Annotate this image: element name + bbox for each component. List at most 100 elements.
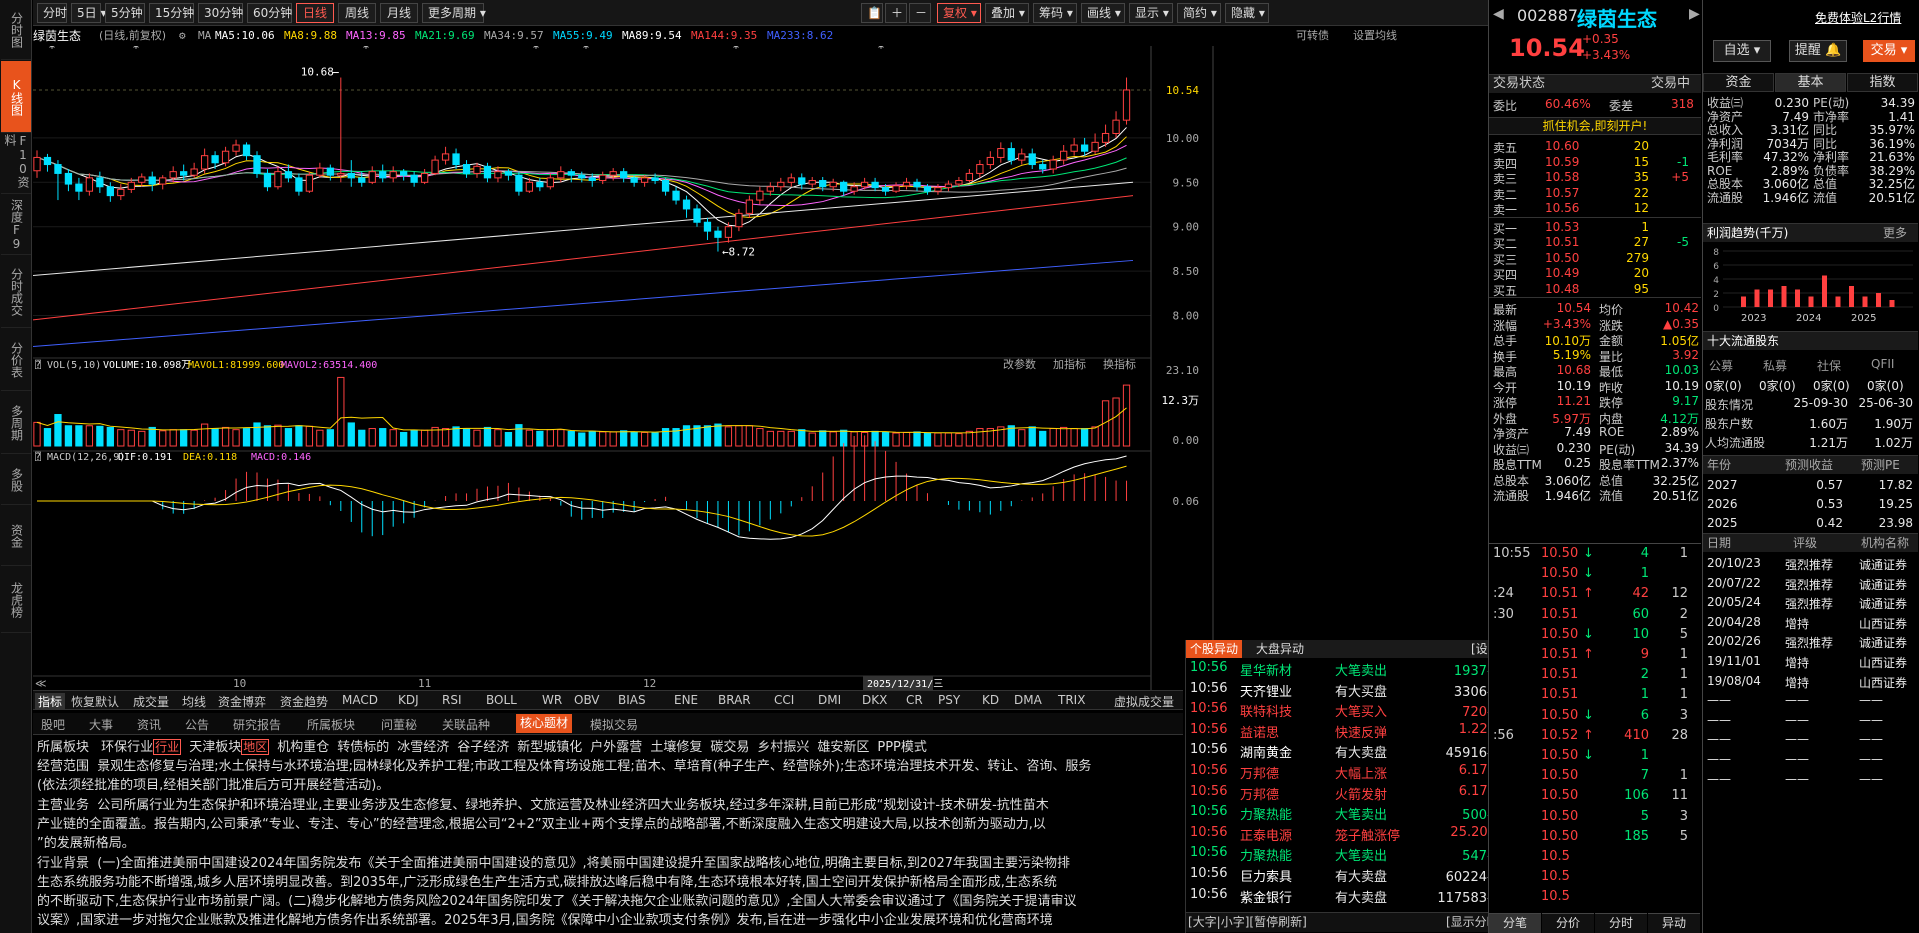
sidebar-item-4[interactable]: 分时成交	[1, 256, 31, 328]
indicator-tab-22[interactable]: TRIX	[1058, 693, 1085, 707]
indicator-tab-8[interactable]: RSI	[442, 693, 462, 707]
indicator-tab-1[interactable]: 恢复默认	[71, 693, 119, 710]
indicator-tab-6[interactable]: MACD	[342, 693, 378, 707]
sector-item-3[interactable]: 转债标的	[337, 740, 389, 755]
sector-item-6[interactable]: 新型城镇化	[517, 740, 582, 755]
indicator-tab-7[interactable]: KDJ	[398, 693, 419, 707]
period-9[interactable]: 更多周期 ▾	[422, 3, 486, 23]
info-tab-3[interactable]: 公告	[185, 716, 209, 733]
period-2[interactable]: 5分钟	[105, 3, 145, 23]
indicator-tab-11[interactable]: OBV	[574, 693, 600, 707]
profit-more-link[interactable]: 更多	[1883, 224, 1907, 242]
anomaly-row[interactable]: 10:56 万邦德 火箭发射 6.17%	[1190, 784, 1508, 803]
indicator-tab-16[interactable]: DMI	[818, 693, 841, 707]
ask-row[interactable]: 卖二 10.57 22	[1489, 186, 1699, 202]
period-6[interactable]: 日线	[296, 3, 334, 23]
toolbar-2[interactable]: 筹码 ▾	[1033, 3, 1077, 23]
convertible-bond-link[interactable]: 可转债	[1296, 26, 1329, 46]
sector-item-7[interactable]: 户外露营	[590, 740, 642, 755]
anomaly-row[interactable]: 10:56 紫金银行 有大卖盘 117583手	[1190, 887, 1508, 906]
info-tab-4[interactable]: 研究报告	[233, 716, 281, 733]
info-tab-7[interactable]: 关联品种	[442, 716, 490, 733]
bid-row[interactable]: 买二 10.51 27 -5	[1489, 235, 1699, 251]
fund-tab-2[interactable]: 指数	[1847, 73, 1918, 92]
free-l2-link[interactable]: 免费体验L2行情	[1815, 9, 1901, 26]
toolbar-3[interactable]: 画线 ▾	[1081, 3, 1125, 23]
bid-row[interactable]: 买三 10.50 279	[1489, 251, 1699, 267]
toolbar-1[interactable]: 叠加 ▾	[985, 3, 1029, 23]
alert-button[interactable]: 提醒 🔔	[1789, 40, 1847, 62]
tick-tab-2[interactable]: 分时	[1595, 913, 1647, 933]
font-size-toggle[interactable]: [大字|小字][暂停刷新]	[1188, 913, 1307, 932]
indicator-tab-15[interactable]: CCI	[774, 693, 794, 707]
trade-button[interactable]: 交易 ▾	[1863, 40, 1915, 62]
sector-item-2[interactable]: 机构重仓	[277, 740, 329, 755]
sector-item-12[interactable]: PPP模式	[877, 740, 927, 755]
toolbar-5[interactable]: 简约 ▾	[1177, 3, 1221, 23]
anomaly-row[interactable]: 10:56 天齐锂业 有大买盘 3306手	[1190, 681, 1508, 700]
sector-item-8[interactable]: 土壤修复	[650, 740, 702, 755]
toolbar-6[interactable]: 隐藏 ▾	[1225, 3, 1269, 23]
anomaly-row[interactable]: 10:56 湖南黄金 有大卖盘 45916手	[1190, 742, 1508, 761]
period-0[interactable]: 分时	[37, 3, 67, 23]
tick-tab-0[interactable]: 分笔	[1489, 913, 1541, 933]
period-5[interactable]: 60分钟	[247, 3, 292, 23]
toolbar-4[interactable]: 显示 ▾	[1129, 3, 1173, 23]
period-3[interactable]: 15分钟	[149, 3, 194, 23]
sector-item-9[interactable]: 碳交易	[710, 740, 749, 755]
indicator-tab-13[interactable]: ENE	[674, 693, 698, 707]
indicator-tab-3[interactable]: 均线	[182, 693, 206, 710]
bid-row[interactable]: 买五 10.48 95	[1489, 282, 1699, 298]
indicator-tab-23[interactable]: 虚拟成交量	[1114, 693, 1174, 710]
period-8[interactable]: 月线	[380, 3, 418, 23]
tick-tab-1[interactable]: 分价	[1542, 913, 1594, 933]
sector-item-1[interactable]: 天津板块	[189, 740, 241, 755]
anomaly-row[interactable]: 10:56 万邦德 大幅上涨 6.17%	[1190, 763, 1508, 782]
copy-icon[interactable]: 📋	[861, 3, 883, 23]
prev-stock-icon[interactable]: ◀	[1493, 6, 1504, 22]
sidebar-item-3[interactable]: 深度F9	[1, 195, 31, 255]
indicator-tab-10[interactable]: WR	[542, 693, 562, 707]
ask-row[interactable]: 卖五 10.60 20	[1489, 139, 1699, 155]
anomaly-row[interactable]: 10:56 星华新材 大笔卖出 1937手	[1190, 660, 1508, 679]
ask-row[interactable]: 卖三 10.58 35 +5	[1489, 170, 1699, 186]
bid-row[interactable]: 买四 10.49 20	[1489, 266, 1699, 282]
set-ma-link[interactable]: 设置均线	[1353, 26, 1397, 46]
period-4[interactable]: 30分钟	[198, 3, 243, 23]
info-tab-0[interactable]: 股吧	[41, 716, 65, 733]
zoom-out-icon[interactable]: －	[909, 3, 931, 23]
anomaly-row[interactable]: 10:56 巨力索具 有大卖盘 60224手	[1190, 866, 1508, 885]
anomaly-row[interactable]: 10:56 正泰电源 笼子触涨停 25.20%	[1190, 825, 1508, 844]
sidebar-item-6[interactable]: 多周期	[1, 392, 31, 454]
anomaly-row[interactable]: 10:56 益诺思 快速反弹 1.22%	[1190, 722, 1508, 741]
tick-tab-3[interactable]: 异动	[1648, 913, 1700, 933]
sector-item-0[interactable]: 环保行业	[101, 740, 153, 755]
zoom-in-icon[interactable]: ＋	[885, 3, 907, 23]
sidebar-item-1[interactable]: K线图	[1, 61, 31, 133]
anomaly-row[interactable]: 10:56 力聚热能 大笔卖出 547手	[1190, 845, 1508, 864]
indicator-tab-9[interactable]: BOLL	[486, 693, 517, 707]
sidebar-item-0[interactable]: 分时图	[1, 0, 31, 60]
indicator-tab-21[interactable]: DMA	[1014, 693, 1042, 707]
fund-tab-1[interactable]: 基本	[1775, 73, 1846, 92]
indicator-tab-20[interactable]: KD	[982, 693, 999, 707]
sidebar-item-5[interactable]: 分价表	[1, 329, 31, 391]
bid-row[interactable]: 买一 10.53 1	[1489, 220, 1699, 236]
tab-market-anomaly[interactable]: 大盘异动	[1256, 640, 1304, 658]
gear-icon[interactable]: ⚙	[179, 26, 186, 46]
indicator-tab-4[interactable]: 资金博弈	[218, 693, 266, 710]
indicator-tab-17[interactable]: DKX	[862, 693, 887, 707]
info-tab-5[interactable]: 所属板块	[307, 716, 355, 733]
indicator-tab-18[interactable]: CR	[906, 693, 923, 707]
indicator-tab-0[interactable]: 指标	[35, 693, 66, 710]
sidebar-item-2[interactable]: F10资料	[1, 134, 31, 194]
indicator-tab-2[interactable]: 成交量	[133, 693, 169, 710]
sidebar-item-9[interactable]: 龙虎榜	[1, 567, 31, 633]
sidebar-item-7[interactable]: 多股	[1, 455, 31, 505]
info-tab-9[interactable]: 模拟交易	[590, 716, 638, 733]
toolbar-0[interactable]: 复权 ▾	[937, 3, 981, 23]
ask-row[interactable]: 卖一 10.56 12	[1489, 201, 1699, 217]
indicator-tab-12[interactable]: BIAS	[618, 693, 646, 707]
sector-item-10[interactable]: 乡村振兴	[757, 740, 809, 755]
info-tab-6[interactable]: 问董秘	[381, 716, 417, 733]
